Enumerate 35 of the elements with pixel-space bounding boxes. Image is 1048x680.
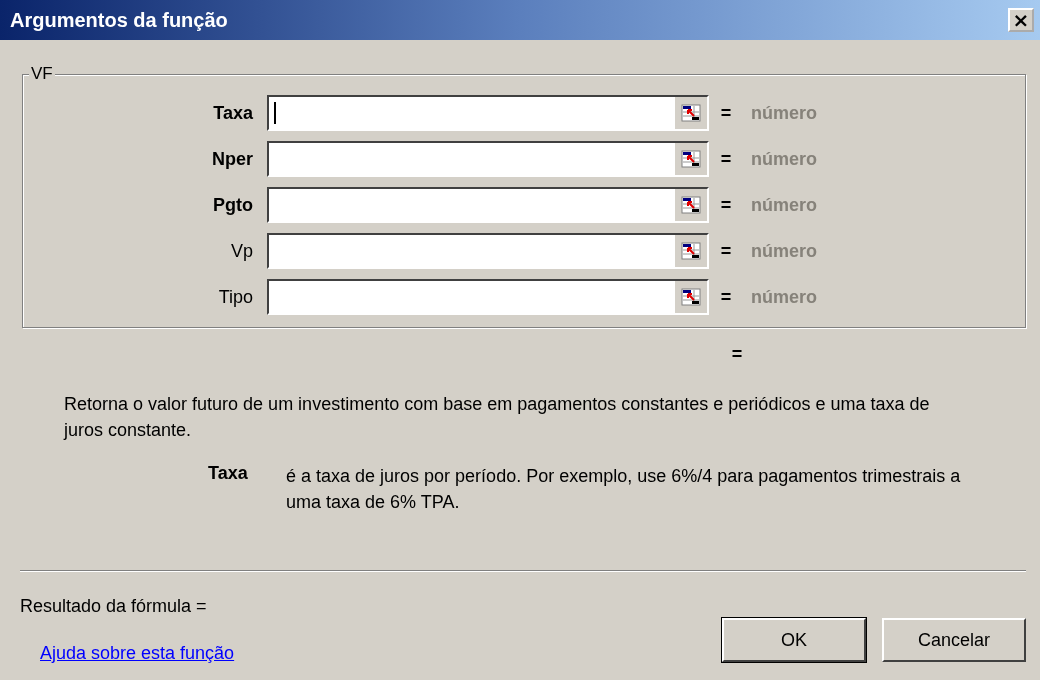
argument-value: número xyxy=(750,286,818,308)
function-description: Retorna o valor futuro de um investimento com base em pagamentos constantes e periódicos e uma taxa de juros constante. xyxy=(64,393,931,442)
argument-field[interactable] xyxy=(267,279,709,315)
dialog-button[interactable]: Cancelar xyxy=(882,618,1026,662)
argument-field[interactable] xyxy=(267,187,709,223)
collapse-dialog-icon[interactable] xyxy=(675,97,707,129)
collapse-dialog-icon[interactable] xyxy=(675,281,707,313)
equals-sign: = xyxy=(719,102,733,124)
close-button[interactable]: × xyxy=(1008,8,1034,32)
argument-value: número xyxy=(750,240,818,262)
argument-value: número xyxy=(750,148,818,170)
dialog-button[interactable]: OK xyxy=(722,618,866,662)
equals-sign: = xyxy=(719,148,733,170)
argument-label: Nper xyxy=(211,148,254,170)
argument-label: Tipo xyxy=(217,286,254,308)
argument-field[interactable] xyxy=(267,141,709,177)
argument-name: Taxa xyxy=(208,463,249,485)
equals-sign: = xyxy=(719,194,733,216)
window-title: Argumentos da função xyxy=(10,8,228,32)
argument-field[interactable] xyxy=(267,95,709,131)
equals-sign: = xyxy=(719,286,733,308)
argument-label: Taxa xyxy=(212,102,254,124)
formula-result: Resultado da fórmula = xyxy=(20,596,208,617)
argument-label: Pgto xyxy=(212,194,254,216)
argument-value: número xyxy=(750,194,818,216)
collapse-dialog-icon[interactable] xyxy=(675,143,707,175)
argument-description: é a taxa de juros por período. Por exemplo, use 6%/4 para pagamentos trimestrais a uma taxa de 6% TPA. xyxy=(286,465,962,514)
argument-label: Vp xyxy=(229,240,254,262)
collapse-dialog-icon[interactable] xyxy=(675,189,707,221)
help-link[interactable]: Ajuda sobre esta função xyxy=(40,643,235,664)
argument-field[interactable] xyxy=(267,233,709,269)
equals-sign: = xyxy=(719,240,733,262)
collapse-dialog-icon[interactable] xyxy=(675,235,707,267)
argument-value: número xyxy=(750,102,818,124)
equals-sign: = xyxy=(730,344,744,365)
